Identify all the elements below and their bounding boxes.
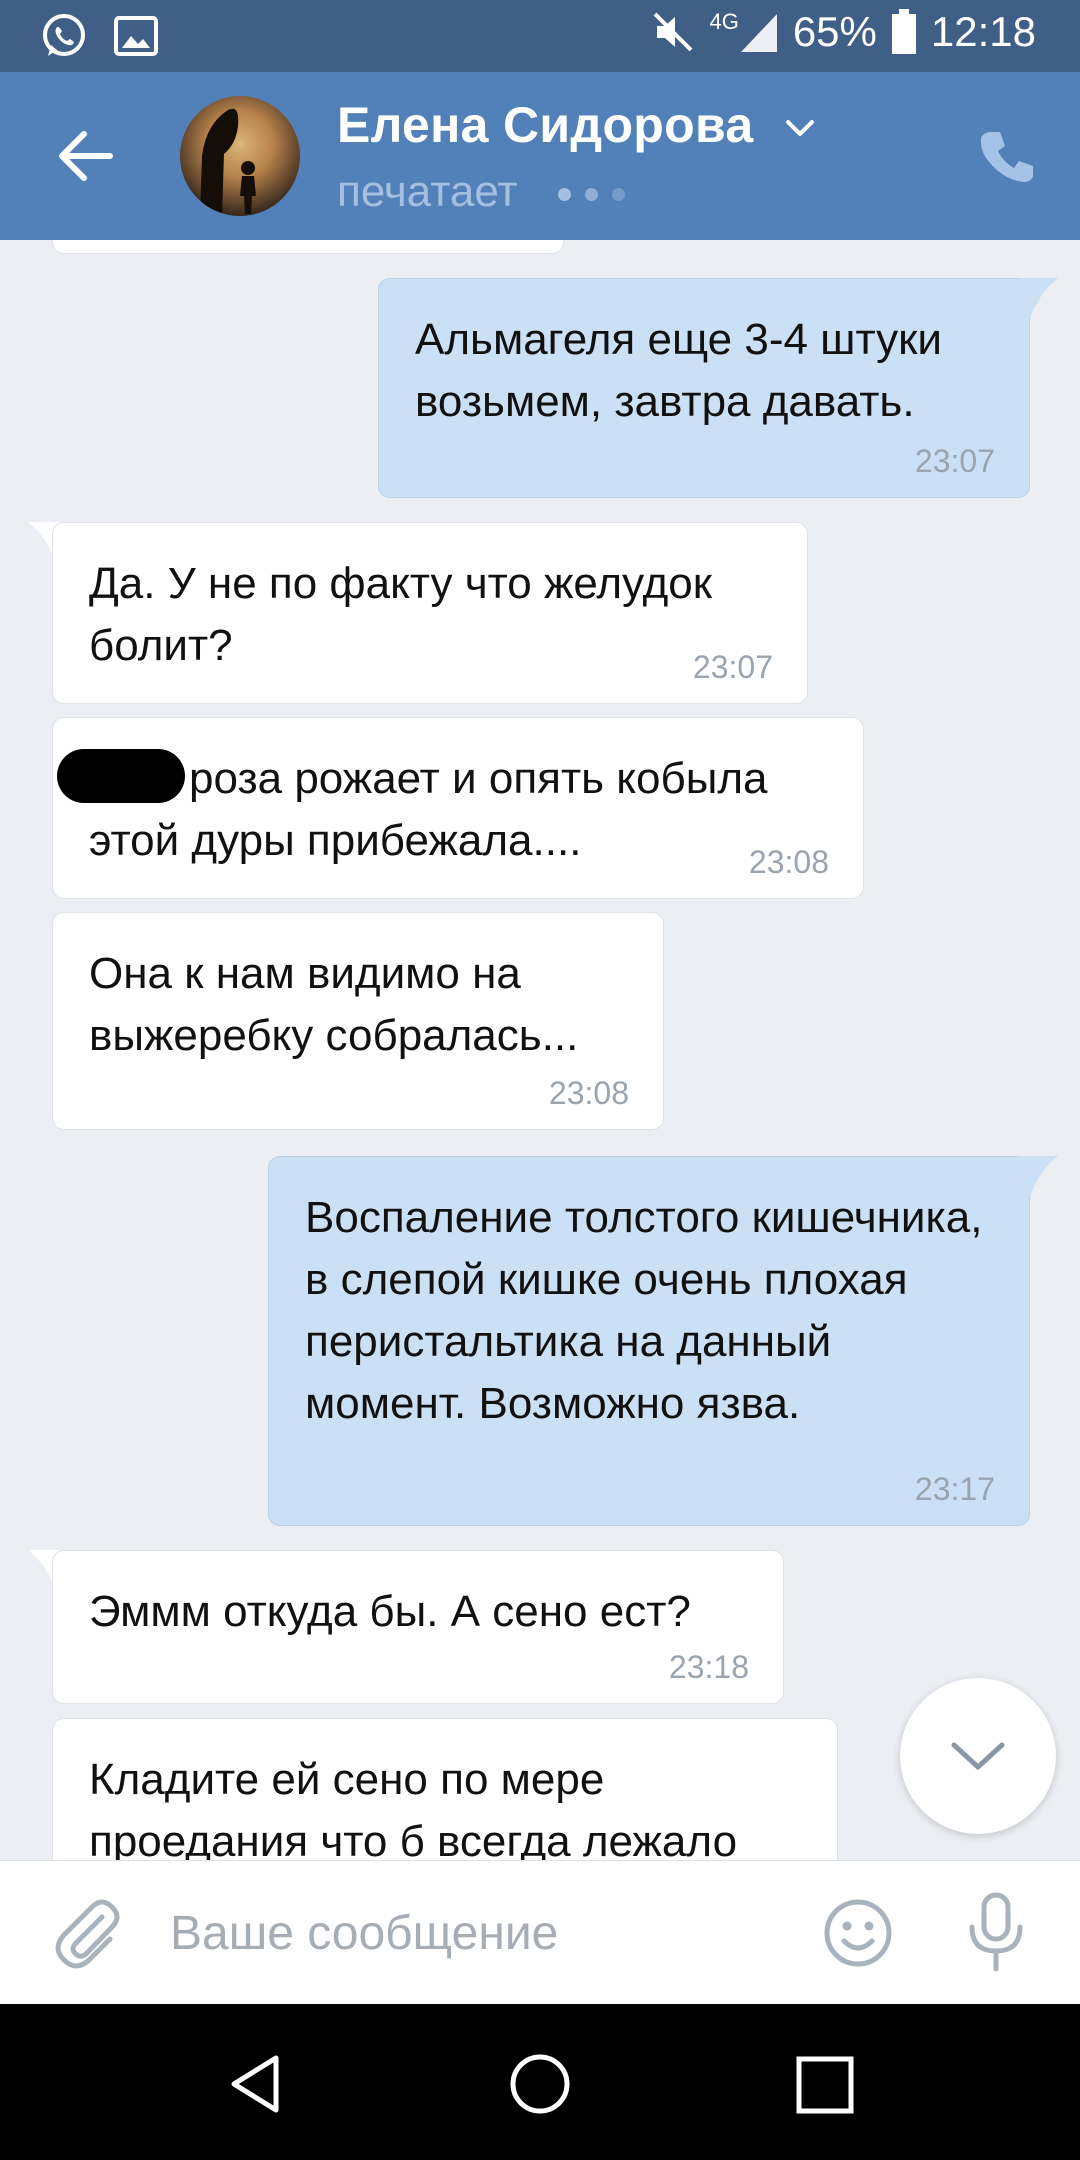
message-text: Она к нам видимо на выжеребку собралась.… [89,949,579,1060]
battery-icon [891,9,916,54]
whatsapp-icon [43,14,85,56]
nav-back-icon[interactable] [224,2052,288,2116]
message-bubble-incoming[interactable]: роза рожает и опять кобыла этой дуры при… [52,717,864,899]
message-text: Кладите ей сено по мере проедания что б … [89,1755,738,1860]
message-text: Да. У не по факту что желудок болит? [89,559,713,670]
bubble-tail [1018,1156,1058,1196]
typing-indicator [558,188,625,201]
message-text: Альмагеля еще 3-4 штуки возьмем, завтра … [415,315,942,426]
redaction-mark [57,749,185,803]
scroll-to-bottom-button[interactable] [900,1678,1056,1834]
message-bubble-incoming[interactable]: Она к нам видимо на выжеребку собралась.… [52,912,664,1130]
message-time: 23:07 [914,443,995,479]
avatar-silhouette [200,108,256,216]
avatar[interactable] [180,96,300,216]
message-bubble-outgoing[interactable]: Альмагеля еще 3-4 штуки возьмем, завтра … [378,278,1030,498]
nav-recent-apps-icon[interactable] [796,2056,854,2114]
emoji-icon[interactable] [822,1897,894,1969]
message-bubble-partial[interactable] [52,240,564,254]
paperclip-icon[interactable] [50,1895,126,1971]
message-text: роза рожает и опять кобыла этой дуры при… [89,754,768,865]
message-bubble-incoming[interactable]: Эммм откуда бы. А сено ест? 23:18 [52,1550,784,1704]
clock: 12:18 [930,8,1036,55]
chat-header: Елена Сидорова печатает [0,72,1080,240]
message-time: 23:08 [548,1075,629,1111]
typing-status: печатает [337,167,518,216]
message-text: Воспаление толстого кишечника, в слепой … [305,1193,983,1428]
back-arrow-icon[interactable] [50,124,122,188]
signal-icon [740,14,777,52]
battery-percent: 65% [792,8,877,55]
mute-icon [654,12,693,52]
chevron-down-icon [951,1742,1005,1770]
gallery-icon [114,16,158,56]
status-bar: 4G 65% 12:18 [0,0,1080,72]
message-time: 23:07 [692,649,773,685]
network-type: 4G [709,9,739,34]
message-bubble-incoming[interactable]: Да. У не по факту что желудок болит? 23:… [52,522,808,704]
phone-icon[interactable] [976,126,1040,190]
message-time: 23:17 [914,1471,995,1507]
message-list[interactable]: Альмагеля еще 3-4 штуки возьмем, завтра … [0,240,1080,1860]
message-time: 23:18 [668,1649,749,1685]
chevron-down-icon[interactable] [782,112,818,142]
message-text: Эммм откуда бы. А сено ест? [89,1587,691,1636]
message-time: 23:08 [748,844,829,880]
bubble-tail [1018,278,1058,318]
microphone-icon[interactable] [966,1891,1026,1975]
message-input[interactable] [170,1897,770,1969]
nav-home-icon[interactable] [508,2052,572,2116]
contact-name[interactable]: Елена Сидорова [337,96,753,154]
message-bubble-outgoing[interactable]: Воспаление толстого кишечника, в слепой … [268,1156,1030,1526]
system-navigation-bar [0,2004,1080,2160]
message-composer [0,1860,1080,2004]
message-bubble-incoming[interactable]: Кладите ей сено по мере проедания что б … [52,1718,838,1860]
